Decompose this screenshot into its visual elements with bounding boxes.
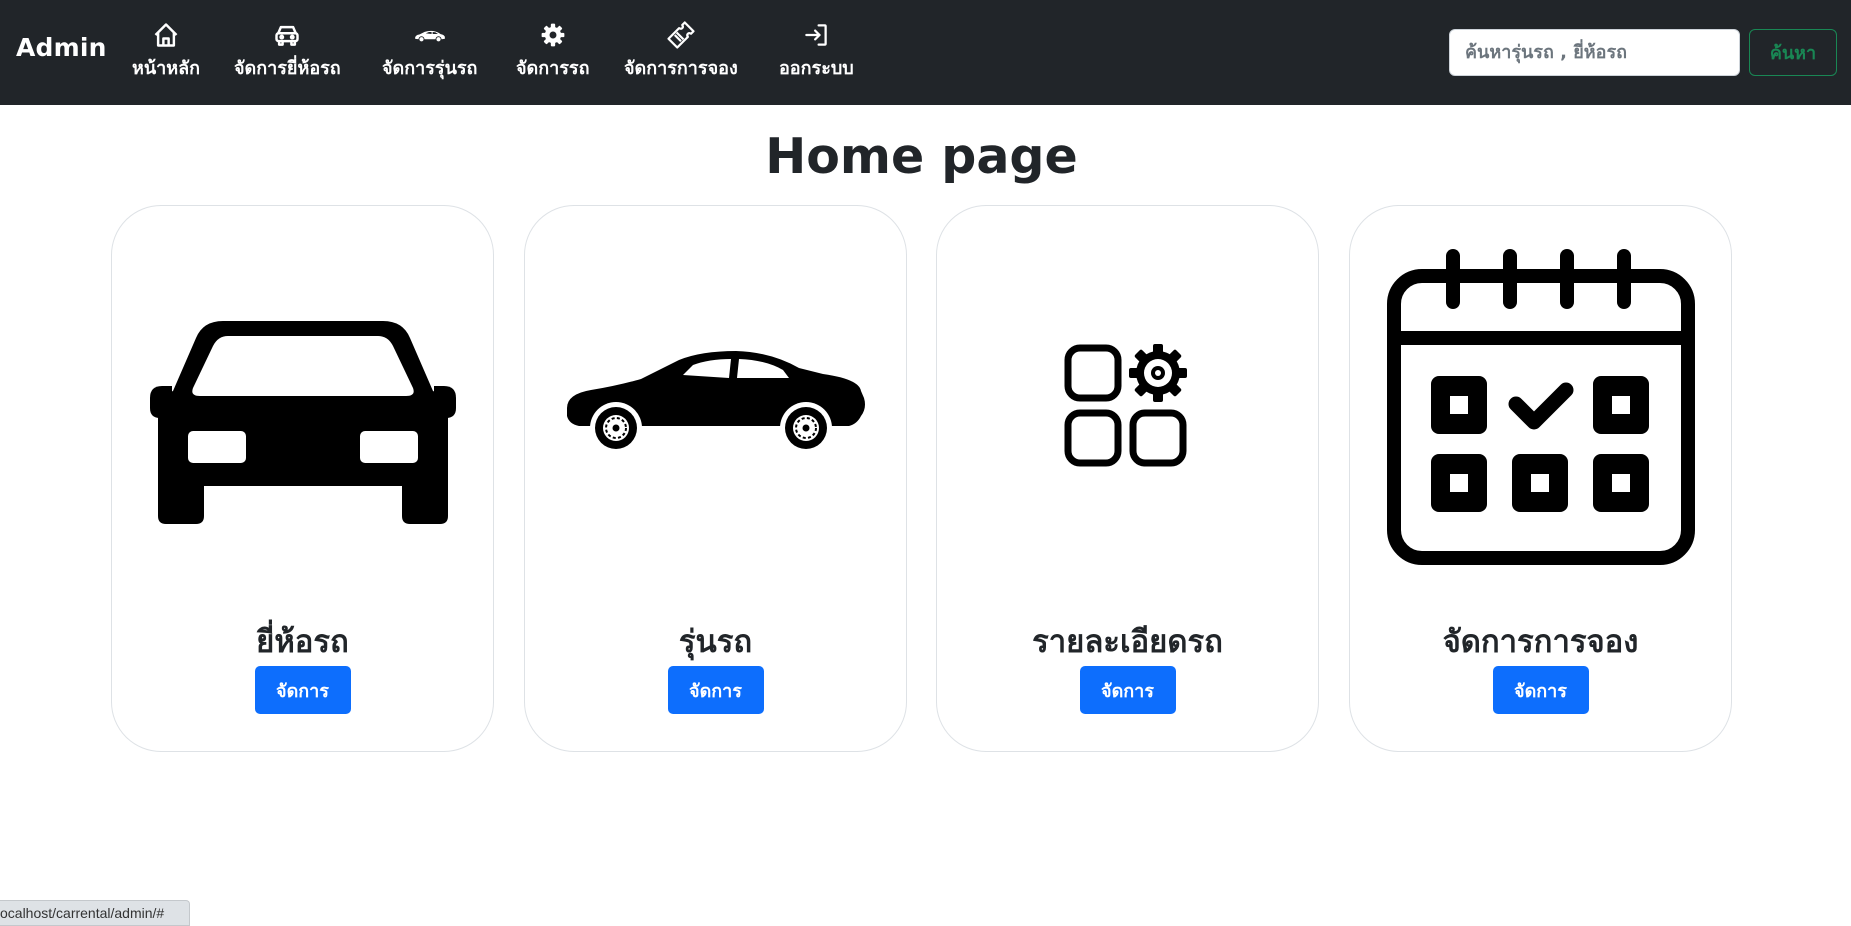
car-front-icon [273, 18, 301, 52]
search-button[interactable]: ค้นหา [1749, 29, 1837, 76]
nav-item-brands[interactable]: จัดการยี่ห้อรถ [234, 18, 341, 82]
card-brands: ยี่ห้อรถ จัดการ [111, 205, 494, 752]
nav-label-home: หน้าหลัก [132, 58, 201, 79]
page-title: Home page [765, 128, 1078, 185]
card-title-models: รุ่นรถ [678, 624, 753, 660]
manage-models-button[interactable]: จัดการ [667, 666, 764, 714]
car-side-icon [413, 18, 447, 52]
card-bookings: จัดการการจอง จัดการ [1349, 205, 1732, 752]
sedan-icon [525, 226, 906, 586]
brand-logo[interactable]: Admin [16, 33, 107, 62]
nav-label-models: จัดการรุ่นรถ [382, 58, 478, 79]
car-front-icon [112, 226, 493, 586]
house-icon [152, 18, 180, 52]
card-models: รุ่นรถ จัดการ [524, 205, 907, 752]
logout-icon [802, 18, 830, 52]
nav-label-logout: ออกระบบ [779, 58, 854, 79]
card-car-details: รายละเอียดรถ จัดการ [936, 205, 1319, 752]
manage-brands-button[interactable]: จัดการ [254, 666, 351, 714]
gear-icon [540, 18, 566, 52]
ticket-icon [666, 18, 696, 52]
navbar: Admin หน้าหลัก จัดการยี่ห้อรถ จัดการรุ่น… [0, 0, 1851, 105]
nav-item-logout[interactable]: ออกระบบ [779, 18, 854, 82]
nav-item-cars[interactable]: จัดการรถ [516, 18, 589, 82]
card-title-brands: ยี่ห้อรถ [256, 624, 349, 660]
search-input[interactable] [1449, 29, 1740, 76]
apps-settings-icon [937, 226, 1318, 586]
nav-item-home[interactable]: หน้าหลัก [132, 18, 200, 82]
nav-label-brands: จัดการยี่ห้อรถ [234, 58, 341, 79]
manage-bookings-button[interactable]: จัดการ [1492, 666, 1589, 714]
status-bar-url: ocalhost/carrental/admin/# [0, 900, 190, 926]
card-title-car-details: รายละเอียดรถ [1032, 624, 1223, 660]
card-title-bookings: จัดการการจอง [1442, 624, 1639, 660]
manage-car-details-button[interactable]: จัดการ [1079, 666, 1176, 714]
nav-item-bookings[interactable]: จัดการการจอง [624, 18, 738, 82]
calendar-check-icon [1350, 226, 1731, 586]
nav-label-cars: จัดการรถ [516, 58, 590, 79]
nav-item-models[interactable]: จัดการรุ่นรถ [382, 18, 477, 82]
nav-label-bookings: จัดการการจอง [624, 58, 738, 79]
